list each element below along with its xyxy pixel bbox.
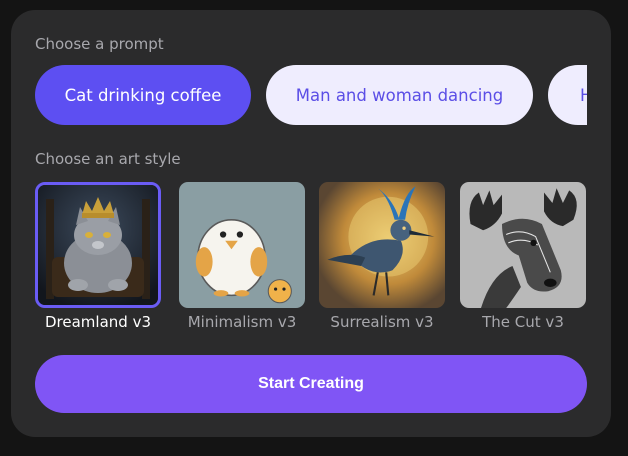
prompt-style-panel: Choose a prompt Cat drinking coffee Man … <box>11 10 611 437</box>
prompt-chip-cat-drinking-coffee[interactable]: Cat drinking coffee <box>35 65 251 125</box>
crowned-cat-image <box>38 185 158 305</box>
style-name-surrealism: Surrealism v3 <box>330 313 434 331</box>
style-option-minimalism[interactable]: Minimalism v3 <box>179 182 305 331</box>
surrealism-thumbnail[interactable] <box>319 182 445 308</box>
style-option-surrealism[interactable]: Surrealism v3 <box>319 182 445 331</box>
moose-engraving-image <box>460 182 586 308</box>
style-name-the-cut: The Cut v3 <box>482 313 564 331</box>
art-style-row: Dreamland v3 Minimalism v3 Surrealism v3… <box>35 182 595 342</box>
style-option-the-cut[interactable]: The Cut v3 <box>460 182 586 331</box>
prompt-chip-row[interactable]: Cat drinking coffee Man and woman dancin… <box>35 65 587 125</box>
style-name-dreamland: Dreamland v3 <box>45 313 151 331</box>
dreamland-thumbnail[interactable] <box>35 182 161 308</box>
prompt-section-label: Choose a prompt <box>35 35 164 53</box>
start-creating-button[interactable]: Start Creating <box>35 355 587 413</box>
minimalism-thumbnail[interactable] <box>179 182 305 308</box>
cartoon-bird-image <box>179 182 305 308</box>
the-cut-thumbnail[interactable] <box>460 182 586 308</box>
prompt-chip-man-and-woman-dancing[interactable]: Man and woman dancing <box>266 65 533 125</box>
art-style-section-label: Choose an art style <box>35 150 181 168</box>
blue-bird-image <box>319 182 445 308</box>
style-name-minimalism: Minimalism v3 <box>187 313 297 331</box>
style-option-dreamland[interactable]: Dreamland v3 <box>35 182 161 331</box>
prompt-chip-partial[interactable]: H <box>548 65 587 125</box>
